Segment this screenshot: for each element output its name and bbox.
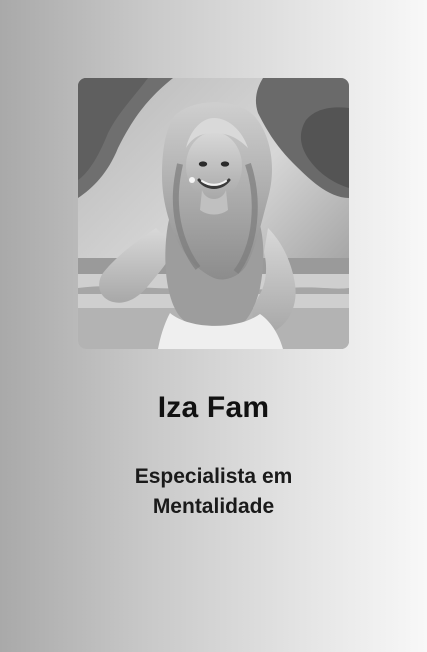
profile-role: Especialista em Mentalidade — [0, 462, 427, 522]
profile-card: Iza Fam Especialista em Mentalidade — [0, 0, 427, 652]
profile-photo — [78, 78, 349, 349]
role-line-1: Especialista em — [134, 465, 293, 488]
profile-name: Iza Fam — [157, 391, 270, 424]
role-line-2: Mentalidade — [152, 495, 275, 518]
portrait-image — [78, 78, 349, 349]
